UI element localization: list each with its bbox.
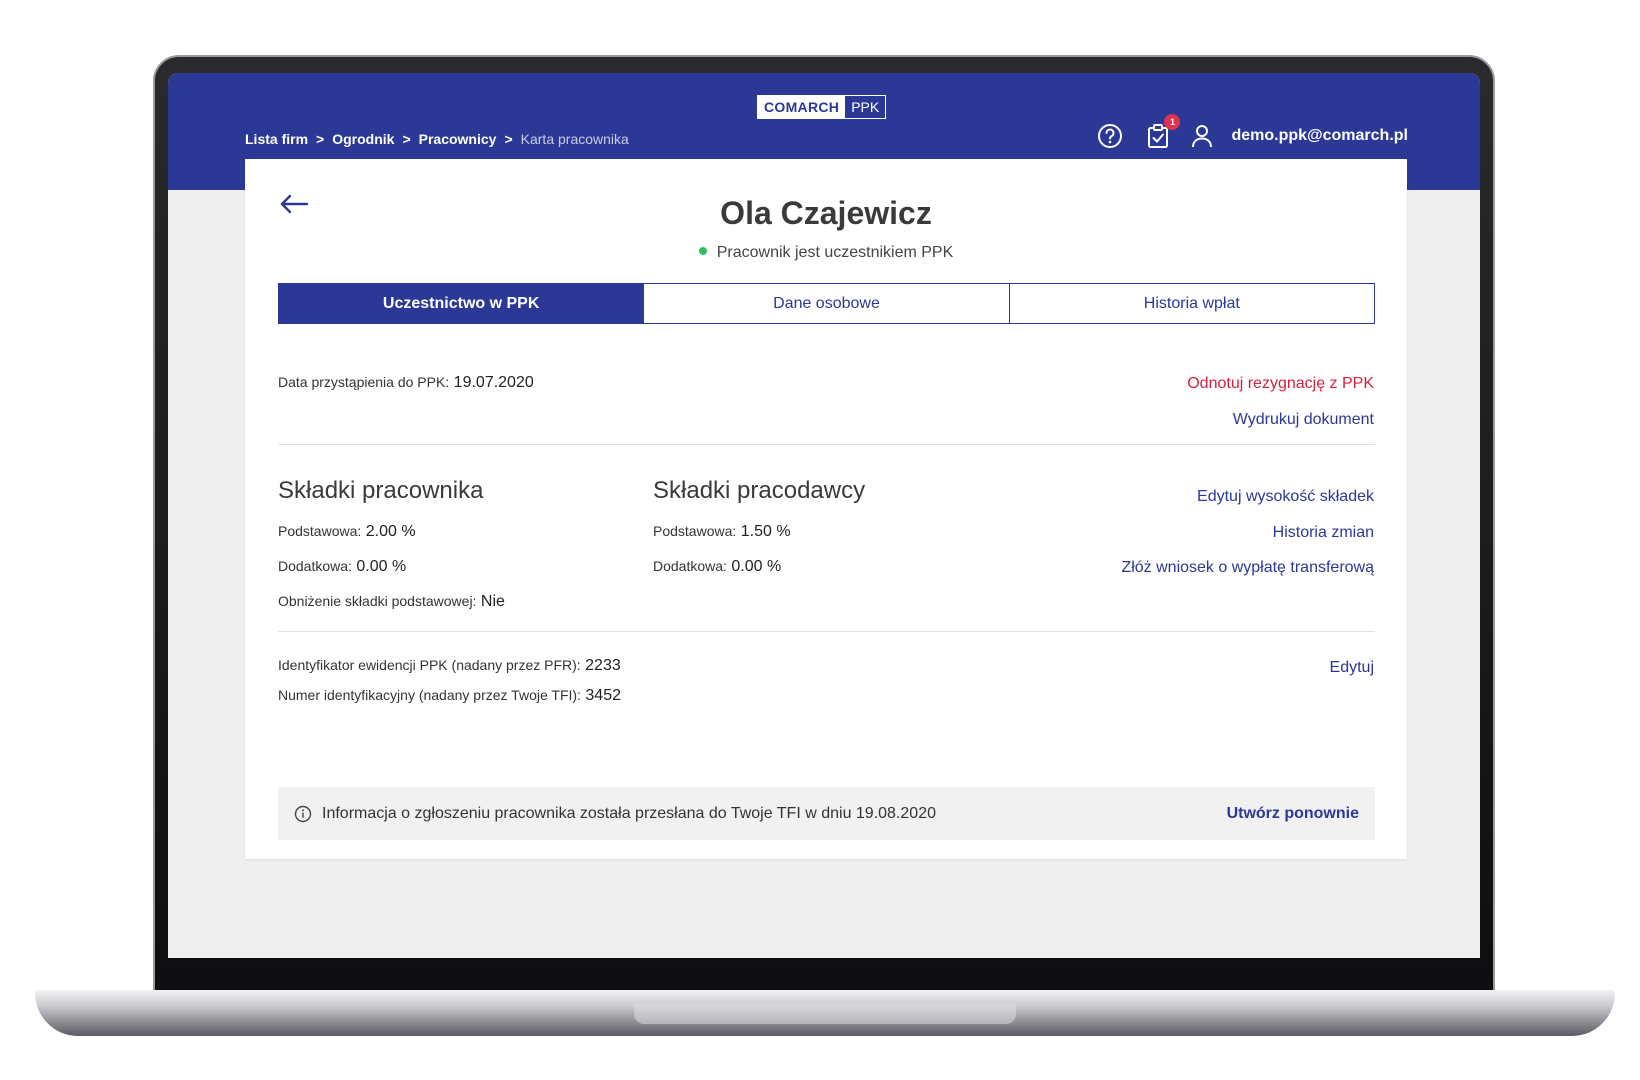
tfi-number-label: Numer identyfikacyjny (nadany przez Twoj… <box>278 687 581 703</box>
divider <box>278 631 1375 632</box>
tab-bar: Uczestnictwo w PPK Dane osobowe Historia… <box>278 283 1375 324</box>
resign-link[interactable]: Odnotuj rezygnację z PPK <box>1187 375 1374 393</box>
employer-additional-value: 0.00 % <box>731 558 782 575</box>
edit-identifiers-link[interactable]: Edytuj <box>1330 659 1374 677</box>
breadcrumb-separator: > <box>504 131 513 147</box>
employer-basic-label: Podstawowa: <box>653 523 737 539</box>
pfr-identifier-value: 2233 <box>585 657 621 674</box>
status-text: Pracownik jest uczestnikiem PPK <box>716 244 954 261</box>
employee-contributions-title: Składki pracownika <box>278 477 484 504</box>
tfi-number-value: 3452 <box>585 687 621 704</box>
employee-reduction-row: Obniżenie składki podstawowej: Nie <box>278 593 505 611</box>
breadcrumb-item-company[interactable]: Ogrodnik <box>332 131 394 147</box>
tab-payment-history[interactable]: Historia wpłat <box>1008 284 1374 323</box>
pfr-identifier-label: Identyfikator ewidencji PPK (nadany prze… <box>278 657 581 673</box>
breadcrumb-item-firms[interactable]: Lista firm <box>245 131 308 147</box>
employer-basic-row: Podstawowa: 1.50 % <box>653 523 791 541</box>
transfer-request-link[interactable]: Złóż wniosek o wypłatę transferową <box>1121 559 1374 577</box>
comarch-ppk-logo[interactable]: COMARCH PPK <box>757 95 887 119</box>
tab-participation[interactable]: Uczestnictwo w PPK <box>279 284 644 323</box>
employer-additional-row: Dodatkowa: 0.00 % <box>653 558 781 576</box>
logo-brand: COMARCH <box>758 96 846 118</box>
join-date-value: 19.07.2020 <box>453 374 534 391</box>
laptop-hinge <box>634 1004 1016 1024</box>
breadcrumb: Lista firm > Ogrodnik > Pracownicy > Kar… <box>245 131 629 147</box>
tab-personal-data[interactable]: Dane osobowe <box>643 284 1009 323</box>
breadcrumb-item-current: Karta pracownika <box>520 131 629 147</box>
employee-basic-label: Podstawowa: <box>278 523 362 539</box>
print-document-link[interactable]: Wydrukuj dokument <box>1233 411 1374 429</box>
info-text: Informacja o zgłoszeniu pracownika zosta… <box>322 804 936 822</box>
employee-additional-value: 0.00 % <box>356 558 407 575</box>
employee-additional-row: Dodatkowa: 0.00 % <box>278 558 406 576</box>
info-banner: Informacja o zgłoszeniu pracownika zosta… <box>278 787 1375 840</box>
breadcrumb-separator: > <box>402 131 411 147</box>
header-actions: 1 demo.ppk@comarch.pl <box>1097 114 1408 149</box>
employer-basic-value: 1.50 % <box>740 523 791 540</box>
tfi-number-row: Numer identyfikacyjny (nadany przez Twoj… <box>278 687 621 705</box>
participation-status: Pracownik jest uczestnikiem PPK <box>245 244 1407 262</box>
employee-name: Ola Czajewicz <box>720 195 932 231</box>
user-icon[interactable] <box>1189 123 1215 149</box>
info-icon <box>294 805 312 822</box>
pfr-identifier-row: Identyfikator ewidencji PPK (nadany prze… <box>278 657 621 675</box>
employee-basic-row: Podstawowa: 2.00 % <box>278 523 416 541</box>
tasks-icon[interactable]: 1 <box>1145 114 1181 149</box>
user-email[interactable]: demo.ppk@comarch.pl <box>1231 127 1408 145</box>
breadcrumb-separator: > <box>316 131 325 147</box>
recreate-button[interactable]: Utwórz ponownie <box>1227 805 1359 823</box>
change-history-link[interactable]: Historia zmian <box>1273 524 1374 542</box>
join-date-label: Data przystąpienia do PPK: <box>278 374 450 390</box>
employee-additional-label: Dodatkowa: <box>278 558 352 574</box>
join-date-row: Data przystąpienia do PPK: 19.07.2020 <box>278 374 534 392</box>
notification-badge: 1 <box>1164 114 1181 130</box>
employee-reduction-label: Obniżenie składki podstawowej: <box>278 593 477 609</box>
breadcrumb-item-employees[interactable]: Pracownicy <box>419 131 497 147</box>
app-window: COMARCH PPK Lista firm > Ogrodnik > Prac… <box>168 73 1480 958</box>
employee-basic-value: 2.00 % <box>365 523 416 540</box>
status-dot-icon <box>698 246 707 255</box>
employee-reduction-value: Nie <box>480 593 505 610</box>
employer-additional-label: Dodatkowa: <box>653 558 727 574</box>
help-icon[interactable] <box>1097 123 1123 149</box>
logo-product: PPK <box>851 99 880 115</box>
employer-contributions-title: Składki pracodawcy <box>653 477 866 504</box>
employee-card: Ola Czajewicz Pracownik jest uczestnikie… <box>245 159 1407 859</box>
edit-contributions-link[interactable]: Edytuj wysokość składek <box>1197 488 1374 506</box>
divider <box>278 444 1375 445</box>
